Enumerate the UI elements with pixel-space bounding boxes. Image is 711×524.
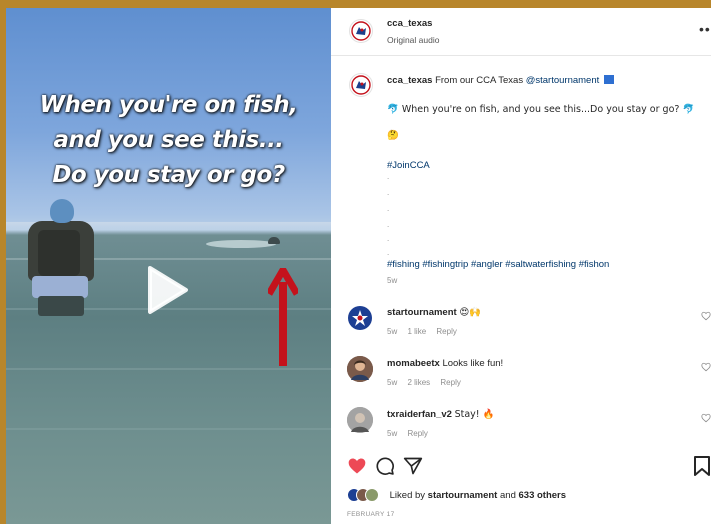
share-icon[interactable] xyxy=(403,456,423,476)
caption-text: From our CCA Texas xyxy=(435,75,524,86)
post-date: FEBRUARY 17 xyxy=(347,511,395,518)
comment-body: 😍🙌 xyxy=(459,307,482,318)
avatar[interactable] xyxy=(347,356,373,382)
caption-dot: . xyxy=(387,234,390,243)
flag-icon xyxy=(603,75,614,84)
hashtag-joincca[interactable]: #JoinCCA xyxy=(387,160,430,171)
caption-dot: . xyxy=(387,204,390,213)
comment-likes[interactable]: 2 likes xyxy=(407,378,430,387)
reply-button[interactable]: Reply xyxy=(440,378,460,387)
likes-and: and xyxy=(500,490,516,501)
comment-username[interactable]: momabeetx xyxy=(387,358,440,369)
post-frame: When you're on fish, and you see this...… xyxy=(6,8,711,524)
divider xyxy=(331,55,711,56)
caption-dot: . xyxy=(387,172,390,181)
comment-age: 5w xyxy=(387,378,398,387)
header-username[interactable]: cca_texas xyxy=(387,18,432,29)
comment-meta: 5w 1 like Reply xyxy=(387,327,465,336)
overlay-line: When you're on fish, xyxy=(39,92,298,118)
comment-username[interactable]: startournament xyxy=(387,307,457,318)
comment-icon[interactable] xyxy=(375,456,395,476)
comment-row: txraiderfan_v2 Stay! 🔥 5w Reply xyxy=(347,407,711,447)
person-legs xyxy=(38,296,84,316)
likes-summary: Liked by startournament and 633 others xyxy=(347,488,567,502)
like-heart-icon[interactable] xyxy=(701,362,711,372)
splash xyxy=(206,240,276,248)
overlay-line: and you see this... xyxy=(53,127,284,153)
caption-age: 5w xyxy=(387,276,398,285)
caption-dot: . xyxy=(387,220,390,229)
avatar[interactable] xyxy=(349,73,373,97)
comment-text: txraiderfan_v2 Stay! 🔥 xyxy=(387,409,494,420)
red-arrow-icon xyxy=(265,263,301,368)
wave xyxy=(6,428,331,430)
person-head xyxy=(50,199,74,223)
overlay-line: Do you stay or go? xyxy=(52,162,285,188)
comment-meta: 5w Reply xyxy=(387,429,436,438)
avatar[interactable] xyxy=(365,488,379,502)
bookmark-icon[interactable] xyxy=(693,456,711,476)
liker-avatars[interactable] xyxy=(347,488,387,502)
video-overlay-text: When you're on fish, and you see this...… xyxy=(6,88,331,193)
wave xyxy=(6,368,331,370)
avatar[interactable] xyxy=(347,407,373,433)
caption-line-2: 🐬 When you're on fish, and you see this.… xyxy=(387,104,695,115)
likes-user[interactable]: startournament xyxy=(428,490,498,501)
heart-icon[interactable] xyxy=(347,456,367,476)
comment-age: 5w xyxy=(387,327,398,336)
person-vest xyxy=(38,230,80,276)
comment-row: startournament 😍🙌 5w 1 like Reply xyxy=(347,305,711,345)
caption-dot: . xyxy=(387,248,390,257)
more-icon[interactable]: ••• xyxy=(699,21,711,37)
comment-likes[interactable]: 1 like xyxy=(407,327,426,336)
video-player[interactable]: When you're on fish, and you see this...… xyxy=(6,8,331,524)
comment-body: Stay! 🔥 xyxy=(454,409,495,420)
person-shirt xyxy=(32,276,88,298)
reply-button[interactable]: Reply xyxy=(436,327,456,336)
avatar[interactable] xyxy=(349,19,373,43)
reply-button[interactable]: Reply xyxy=(407,429,427,438)
comment-text: momabeetx Looks like fun! xyxy=(387,358,503,369)
comment-username[interactable]: txraiderfan_v2 xyxy=(387,409,452,420)
likes-count[interactable]: 633 others xyxy=(519,490,567,501)
like-heart-icon[interactable] xyxy=(701,311,711,321)
post-panel: cca_texas Original audio ••• cca_texas F… xyxy=(331,8,711,524)
comment-age: 5w xyxy=(387,429,398,438)
caption-username[interactable]: cca_texas xyxy=(387,75,432,86)
like-heart-icon[interactable] xyxy=(701,413,711,423)
comment-row: momabeetx Looks like fun! 5w 2 likes Rep… xyxy=(347,356,711,396)
caption-dot: . xyxy=(387,188,390,197)
likes-prefix: Liked by xyxy=(389,490,426,501)
caption-first-line: cca_texas From our CCA Texas @startourna… xyxy=(387,75,614,86)
audio-label[interactable]: Original audio xyxy=(387,35,439,45)
dolphin-fin xyxy=(268,237,280,244)
avatar[interactable] xyxy=(347,305,373,331)
hashtags[interactable]: #fishing #fishingtrip #angler #saltwater… xyxy=(387,259,609,270)
action-bar xyxy=(347,456,711,480)
comment-text: startournament 😍🙌 xyxy=(387,307,481,318)
comment-meta: 5w 2 likes Reply xyxy=(387,378,469,387)
mention-link[interactable]: @startournament xyxy=(526,75,600,86)
caption-line-3: 🤔 xyxy=(387,130,399,141)
play-icon[interactable] xyxy=(136,262,192,318)
comment-body: Looks like fun! xyxy=(442,358,504,369)
